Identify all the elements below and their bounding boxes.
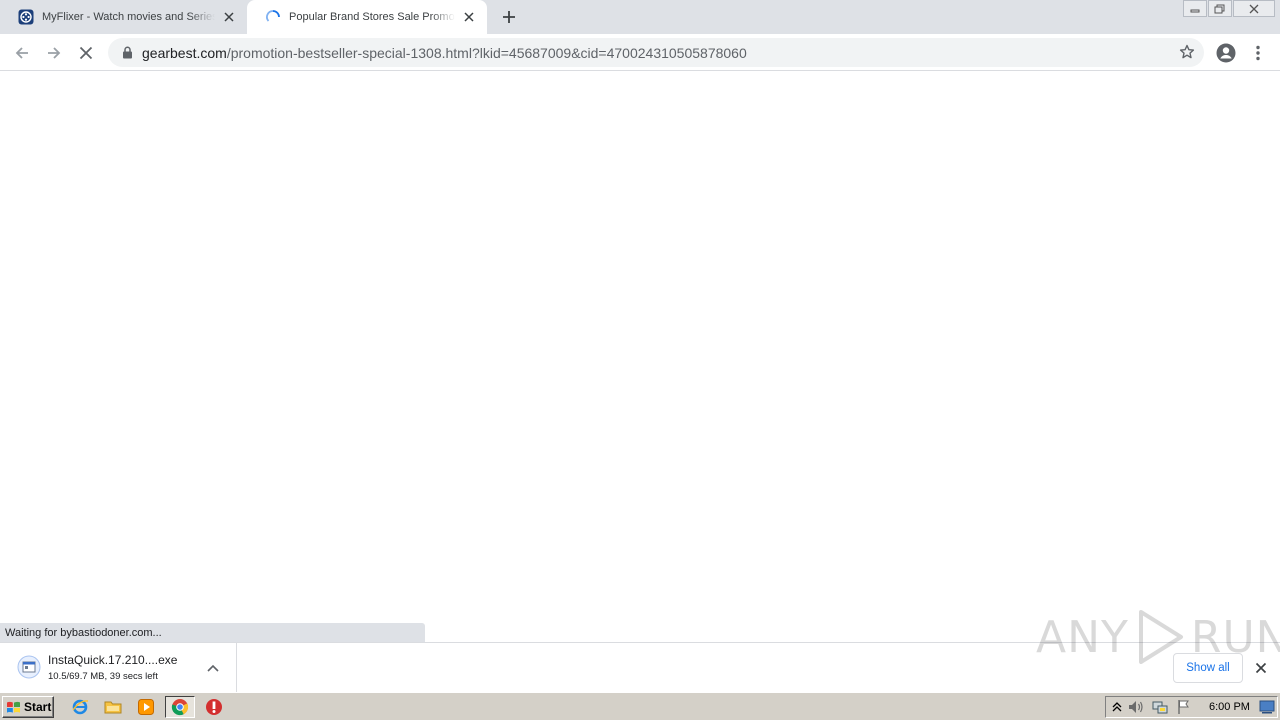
status-bubble: Waiting for bybastiodoner.com... xyxy=(0,623,425,642)
start-button[interactable]: Start xyxy=(2,696,54,718)
system-tray: 6:00 PM xyxy=(1105,696,1278,718)
watermark-text-right: RUN xyxy=(1190,611,1280,663)
executable-file-icon xyxy=(16,654,42,680)
watermark-text-left: ANY xyxy=(1036,611,1129,663)
minimize-button[interactable] xyxy=(1183,0,1207,17)
tab-title: MyFlixer - Watch movies and Series Onlin… xyxy=(42,11,215,23)
download-item[interactable]: InstaQuick.17.210....exe 10.5/69.7 MB, 3… xyxy=(0,643,237,692)
close-icon xyxy=(1249,4,1259,13)
kebab-menu-icon[interactable] xyxy=(1248,41,1268,65)
chevron-up-icon[interactable] xyxy=(204,659,222,677)
chrome-taskbar-button[interactable] xyxy=(165,696,195,718)
close-tab-icon[interactable] xyxy=(461,9,477,25)
chrome-icon xyxy=(171,699,189,716)
forward-button[interactable] xyxy=(41,40,67,66)
action-center-flag-icon[interactable] xyxy=(1176,699,1192,715)
address-bar[interactable]: gearbest.com/promotion-bestseller-specia… xyxy=(108,38,1204,67)
taskbar-clock[interactable]: 6:00 PM xyxy=(1209,701,1250,713)
network-icon[interactable] xyxy=(1152,699,1168,715)
profile-avatar-icon[interactable] xyxy=(1214,41,1238,65)
anyrun-watermark: ANY RUN xyxy=(1036,606,1280,668)
stop-loading-button[interactable] xyxy=(73,40,99,66)
arrow-left-icon xyxy=(15,47,28,59)
restore-icon xyxy=(1214,4,1225,13)
bookmark-star-icon[interactable] xyxy=(1178,43,1196,61)
url-path: /promotion-bestseller-special-1308.html?… xyxy=(226,44,747,61)
url-host: gearbest.com xyxy=(142,44,227,61)
windows-logo-icon xyxy=(7,701,20,713)
download-filename: InstaQuick.17.210....exe xyxy=(48,653,178,667)
windows-taskbar: Start 6:00 PM xyxy=(0,692,1280,720)
file-explorer-icon[interactable] xyxy=(102,697,124,717)
tab-strip: MyFlixer - Watch movies and Series Onlin… xyxy=(0,0,1280,34)
arrow-right-icon xyxy=(48,47,61,59)
volume-icon[interactable] xyxy=(1128,699,1144,715)
start-label: Start xyxy=(24,700,52,714)
tab-myflixer[interactable]: MyFlixer - Watch movies and Series Onlin… xyxy=(0,0,247,34)
film-reel-icon xyxy=(18,9,34,25)
minimize-icon xyxy=(1190,9,1200,12)
close-tab-icon[interactable] xyxy=(221,9,237,25)
tab-title: Popular Brand Stores Sale Promotion | Ge… xyxy=(289,11,455,23)
show-hidden-icons-icon[interactable] xyxy=(1109,699,1125,715)
internet-explorer-icon[interactable] xyxy=(69,697,91,717)
play-triangle-icon xyxy=(1138,610,1183,664)
stop-sign-icon[interactable] xyxy=(203,697,225,717)
back-button[interactable] xyxy=(9,40,35,66)
page-content xyxy=(0,72,1280,642)
browser-toolbar: gearbest.com/promotion-bestseller-specia… xyxy=(0,34,1280,71)
loading-spinner-icon xyxy=(265,9,281,25)
media-player-icon[interactable] xyxy=(135,697,157,717)
show-desktop-icon[interactable] xyxy=(1259,699,1275,715)
close-window-button[interactable] xyxy=(1233,0,1275,17)
plus-icon xyxy=(503,11,515,23)
download-progress-text: 10.5/69.7 MB, 39 secs left xyxy=(48,671,158,682)
lock-icon[interactable] xyxy=(120,46,134,60)
url-text[interactable]: gearbest.com/promotion-bestseller-specia… xyxy=(142,45,747,61)
tab-gearbest[interactable]: Popular Brand Stores Sale Promotion | Ge… xyxy=(247,0,487,34)
new-tab-button[interactable] xyxy=(498,7,520,27)
stop-x-icon xyxy=(79,46,93,60)
restore-button[interactable] xyxy=(1208,0,1232,17)
